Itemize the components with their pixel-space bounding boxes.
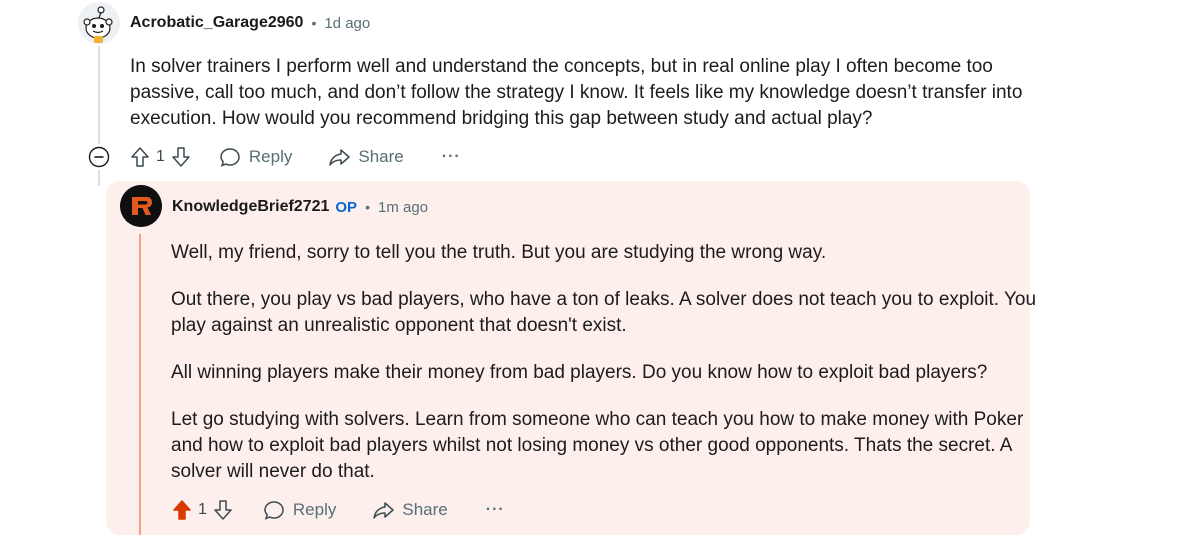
comment-actions: 1 Reply Share ··· — [130, 142, 461, 172]
brand-logo-avatar-icon — [120, 185, 162, 227]
reply-line: play against an unrealistic opponent tha… — [171, 315, 627, 336]
reply-line: Out there, you play vs bad players, who … — [171, 289, 1037, 310]
upvote-button[interactable] — [130, 146, 150, 168]
comment-line: passive, call too much, and don’t follow… — [130, 82, 1023, 103]
reply-paragraph: Let go studying with solvers. Learn from… — [171, 407, 1036, 485]
meta-separator: • — [365, 199, 370, 215]
downvote-icon — [172, 147, 190, 167]
comment-timestamp[interactable]: 1d ago — [324, 15, 370, 32]
comment-meta: Acrobatic_Garage2960 • 1d ago — [130, 14, 370, 32]
minus-circle-icon — [88, 146, 110, 168]
share-icon — [329, 149, 351, 166]
avatar[interactable] — [78, 2, 120, 44]
reply-label: Reply — [248, 147, 293, 166]
upvote-button[interactable] — [172, 499, 192, 521]
reply-button[interactable]: Reply — [263, 499, 336, 521]
reply-line: All winning players make their money fro… — [171, 362, 988, 383]
more-options-button[interactable]: ··· — [486, 501, 505, 519]
reply-line: solver will never do that. — [171, 461, 375, 482]
thread-line — [98, 46, 100, 144]
op-badge: OP — [335, 198, 358, 216]
reply-button[interactable]: Reply — [219, 146, 292, 168]
more-options-button[interactable]: ··· — [442, 148, 461, 166]
snoo-avatar-icon — [78, 2, 120, 44]
share-label: Share — [402, 500, 448, 519]
reply-timestamp[interactable]: 1m ago — [378, 199, 428, 216]
meta-separator: • — [311, 15, 317, 31]
upvote-icon — [131, 147, 149, 167]
vote-count: 1 — [198, 501, 207, 518]
reply-paragraph: All winning players make their money fro… — [171, 360, 1036, 386]
comment-line: In solver trainers I perform well and un… — [130, 56, 993, 77]
share-button[interactable]: Share — [372, 499, 448, 521]
comment-bubble-icon — [220, 148, 240, 167]
downvote-button[interactable] — [213, 499, 233, 521]
reply-line: Let go studying with solvers. Learn from… — [171, 409, 1024, 430]
vote-count: 1 — [156, 148, 165, 165]
thread-line-op — [139, 234, 141, 535]
thread-connector — [98, 170, 100, 186]
share-icon — [373, 502, 395, 519]
reply-line: and how to exploit bad players whilst no… — [171, 435, 1013, 456]
reply-username[interactable]: KnowledgeBrief2721 — [172, 198, 329, 216]
collapse-button[interactable] — [88, 146, 110, 168]
reply-body: Well, my friend, sorry to tell you the t… — [171, 240, 1036, 485]
upvote-filled-icon — [173, 500, 191, 520]
comment-body: In solver trainers I perform well and un… — [130, 54, 1022, 132]
reply-line: Well, my friend, sorry to tell you the t… — [171, 242, 827, 263]
downvote-icon — [214, 500, 232, 520]
comment-line: execution. How would you recommend bridg… — [130, 108, 873, 129]
reply-actions: 1 Reply Share ··· — [172, 495, 505, 525]
share-label: Share — [358, 147, 404, 166]
reply-paragraph: Well, my friend, sorry to tell you the t… — [171, 240, 1036, 266]
reply-label: Reply — [292, 500, 337, 519]
comment-bubble-icon — [264, 501, 284, 520]
comment-username[interactable]: Acrobatic_Garage2960 — [130, 14, 303, 32]
downvote-button[interactable] — [171, 146, 191, 168]
reply-meta: KnowledgeBrief2721 OP • 1m ago — [172, 198, 428, 216]
share-button[interactable]: Share — [328, 146, 404, 168]
op-avatar[interactable] — [120, 185, 162, 227]
reply-paragraph: Out there, you play vs bad players, who … — [171, 287, 1036, 339]
